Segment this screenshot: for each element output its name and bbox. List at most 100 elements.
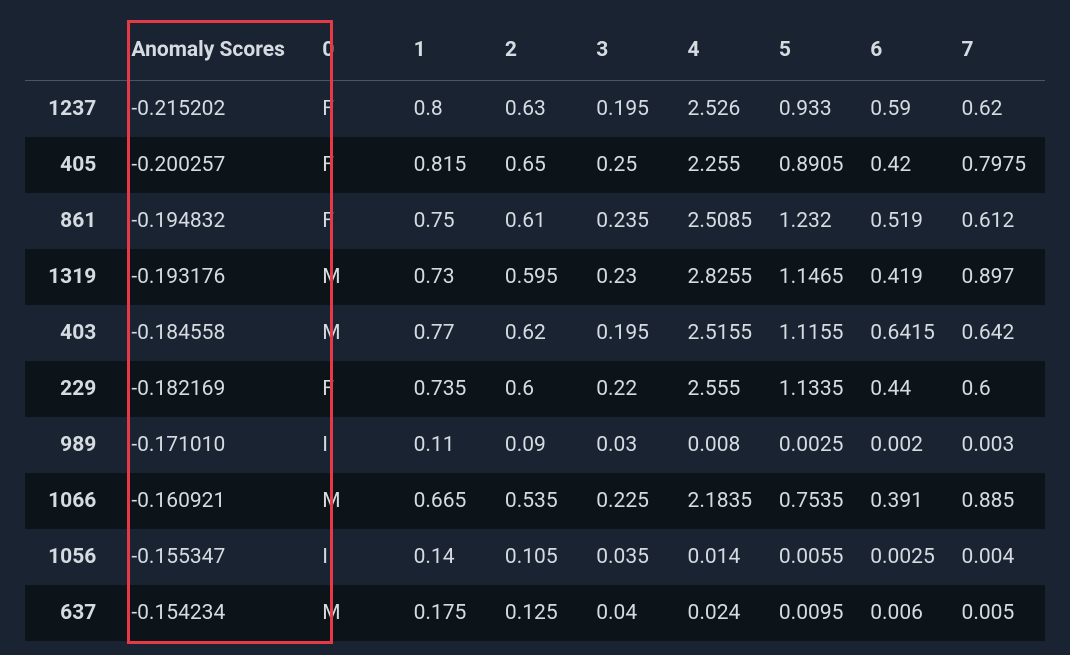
data-cell-2: 0.105	[497, 529, 588, 585]
data-cell-1: 0.665	[406, 473, 497, 529]
data-cell-5: 1.1335	[771, 361, 862, 417]
anomaly-score-cell: -0.215202	[116, 81, 314, 138]
data-cell-0: F	[314, 361, 405, 417]
data-table-container: Anomaly Scores 0 1 2 3 4 5 6 7 1237-0.21…	[25, 20, 1045, 641]
index-cell: 1319	[25, 249, 116, 305]
data-cell-3: 0.195	[588, 81, 679, 138]
header-col-4: 4	[680, 20, 771, 81]
data-table: Anomaly Scores 0 1 2 3 4 5 6 7 1237-0.21…	[25, 20, 1045, 641]
header-col-3: 3	[588, 20, 679, 81]
data-cell-5: 0.7535	[771, 473, 862, 529]
anomaly-score-cell: -0.193176	[116, 249, 314, 305]
data-cell-3: 0.195	[588, 305, 679, 361]
header-col-0: 0	[314, 20, 405, 81]
data-cell-5: 0.933	[771, 81, 862, 138]
header-anomaly-scores: Anomaly Scores	[116, 20, 314, 81]
data-cell-3: 0.225	[588, 473, 679, 529]
data-cell-2: 0.6	[497, 361, 588, 417]
data-cell-3: 0.03	[588, 417, 679, 473]
data-cell-0: M	[314, 585, 405, 641]
data-cell-0: F	[314, 81, 405, 138]
index-cell: 405	[25, 137, 116, 193]
data-cell-4: 2.1835	[680, 473, 771, 529]
data-cell-3: 0.25	[588, 137, 679, 193]
data-cell-0: M	[314, 473, 405, 529]
data-cell-2: 0.09	[497, 417, 588, 473]
data-cell-4: 2.526	[680, 81, 771, 138]
data-cell-1: 0.14	[406, 529, 497, 585]
data-cell-5: 0.8905	[771, 137, 862, 193]
data-cell-4: 2.8255	[680, 249, 771, 305]
data-cell-4: 0.024	[680, 585, 771, 641]
index-cell: 403	[25, 305, 116, 361]
anomaly-score-cell: -0.155347	[116, 529, 314, 585]
table-row: 405-0.200257F0.8150.650.252.2550.89050.4…	[25, 137, 1045, 193]
table-row: 637-0.154234M0.1750.1250.040.0240.00950.…	[25, 585, 1045, 641]
index-cell: 1066	[25, 473, 116, 529]
data-cell-2: 0.62	[497, 305, 588, 361]
header-index	[25, 20, 116, 81]
header-col-2: 2	[497, 20, 588, 81]
data-cell-7: 0.005	[954, 585, 1045, 641]
data-cell-2: 0.61	[497, 193, 588, 249]
data-cell-0: M	[314, 305, 405, 361]
data-cell-6: 0.42	[862, 137, 953, 193]
table-row: 229-0.182169F0.7350.60.222.5551.13350.44…	[25, 361, 1045, 417]
data-cell-4: 2.255	[680, 137, 771, 193]
index-cell: 861	[25, 193, 116, 249]
data-cell-1: 0.77	[406, 305, 497, 361]
index-cell: 637	[25, 585, 116, 641]
data-cell-3: 0.04	[588, 585, 679, 641]
data-cell-6: 0.44	[862, 361, 953, 417]
data-cell-6: 0.391	[862, 473, 953, 529]
data-cell-3: 0.235	[588, 193, 679, 249]
index-cell: 229	[25, 361, 116, 417]
data-cell-6: 0.0025	[862, 529, 953, 585]
data-cell-0: I	[314, 417, 405, 473]
data-cell-5: 0.0055	[771, 529, 862, 585]
table-row: 1056-0.155347I0.140.1050.0350.0140.00550…	[25, 529, 1045, 585]
data-cell-6: 0.519	[862, 193, 953, 249]
data-cell-2: 0.65	[497, 137, 588, 193]
table-row: 989-0.171010I0.110.090.030.0080.00250.00…	[25, 417, 1045, 473]
data-cell-6: 0.419	[862, 249, 953, 305]
header-row: Anomaly Scores 0 1 2 3 4 5 6 7	[25, 20, 1045, 81]
data-cell-5: 1.1465	[771, 249, 862, 305]
table-row: 1319-0.193176M0.730.5950.232.82551.14650…	[25, 249, 1045, 305]
anomaly-score-cell: -0.154234	[116, 585, 314, 641]
data-cell-5: 1.232	[771, 193, 862, 249]
table-row: 403-0.184558M0.770.620.1952.51551.11550.…	[25, 305, 1045, 361]
data-cell-7: 0.885	[954, 473, 1045, 529]
data-cell-2: 0.125	[497, 585, 588, 641]
table-body: 1237-0.215202F0.80.630.1952.5260.9330.59…	[25, 81, 1045, 642]
data-cell-3: 0.035	[588, 529, 679, 585]
header-col-6: 6	[862, 20, 953, 81]
data-cell-6: 0.002	[862, 417, 953, 473]
anomaly-score-cell: -0.194832	[116, 193, 314, 249]
data-cell-4: 2.5155	[680, 305, 771, 361]
header-col-1: 1	[406, 20, 497, 81]
data-cell-0: I	[314, 529, 405, 585]
anomaly-score-cell: -0.184558	[116, 305, 314, 361]
data-cell-4: 0.008	[680, 417, 771, 473]
data-cell-6: 0.6415	[862, 305, 953, 361]
data-cell-5: 0.0095	[771, 585, 862, 641]
header-col-7: 7	[954, 20, 1045, 81]
data-cell-3: 0.22	[588, 361, 679, 417]
table-row: 861-0.194832F0.750.610.2352.50851.2320.5…	[25, 193, 1045, 249]
data-cell-1: 0.815	[406, 137, 497, 193]
data-cell-4: 2.5085	[680, 193, 771, 249]
data-cell-7: 0.003	[954, 417, 1045, 473]
data-cell-6: 0.59	[862, 81, 953, 138]
data-cell-7: 0.612	[954, 193, 1045, 249]
table-row: 1066-0.160921M0.6650.5350.2252.18350.753…	[25, 473, 1045, 529]
data-cell-0: M	[314, 249, 405, 305]
index-cell: 989	[25, 417, 116, 473]
anomaly-score-cell: -0.171010	[116, 417, 314, 473]
data-cell-7: 0.6	[954, 361, 1045, 417]
data-cell-0: F	[314, 193, 405, 249]
anomaly-score-cell: -0.200257	[116, 137, 314, 193]
anomaly-score-cell: -0.160921	[116, 473, 314, 529]
data-cell-5: 0.0025	[771, 417, 862, 473]
anomaly-score-cell: -0.182169	[116, 361, 314, 417]
